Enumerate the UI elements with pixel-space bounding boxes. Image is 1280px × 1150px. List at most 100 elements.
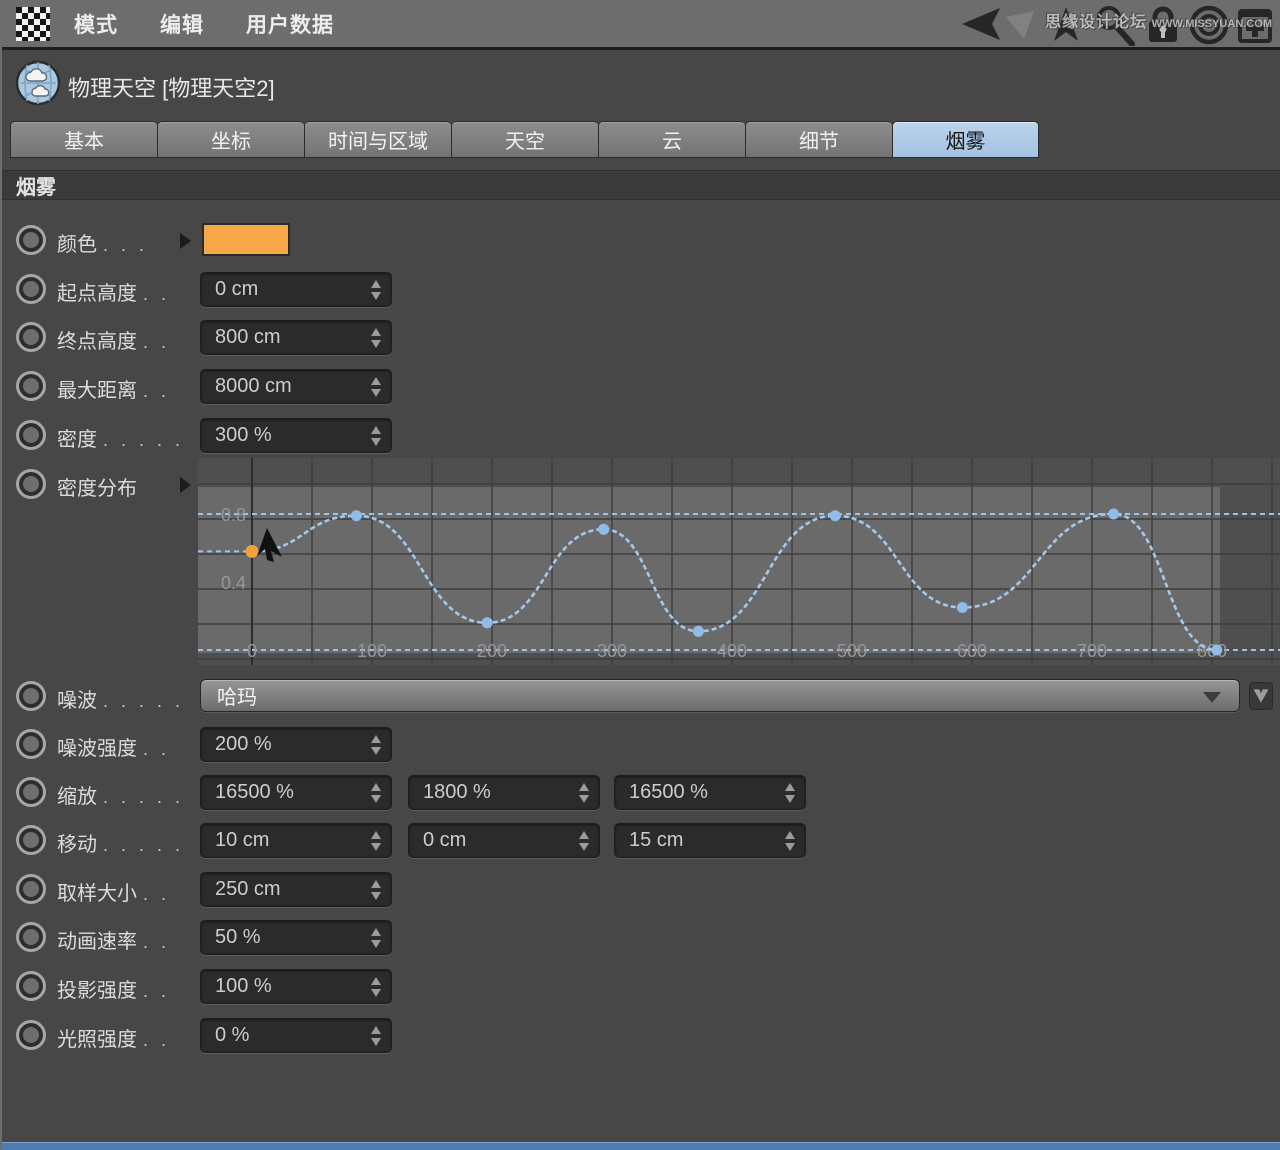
dotted-leader: . . . . .: [103, 691, 185, 711]
keyframe-dot-animation-speed[interactable]: [16, 922, 46, 952]
keyframe-dot-sample-size[interactable]: [16, 874, 46, 904]
dotted-leader: . .: [143, 981, 171, 1001]
param-label: 投影强度: [57, 980, 137, 1002]
tab-4[interactable]: 云: [598, 121, 745, 158]
x-tick-label: 600: [957, 641, 987, 661]
keyframe-dot-end-height[interactable]: [16, 322, 46, 352]
density-input[interactable]: 300 %: [200, 418, 392, 453]
dotted-leader: . .: [143, 1030, 171, 1050]
param-label: 移动: [57, 834, 97, 856]
stepper[interactable]: [783, 780, 797, 806]
max-distance-input[interactable]: 8000 cm: [200, 369, 392, 404]
field-value: 100 %: [215, 975, 272, 997]
param-label: 终点高度: [57, 331, 137, 353]
stepper[interactable]: [783, 828, 797, 854]
keyframe-dot-noise[interactable]: [16, 681, 46, 711]
move-z-input[interactable]: 15 cm: [614, 823, 806, 858]
expand-triangle-icon[interactable]: [180, 233, 191, 249]
add-box-icon[interactable]: [1236, 5, 1274, 45]
fog-color-swatch[interactable]: [202, 223, 290, 256]
param-label: 噪波强度: [57, 738, 137, 760]
field-value: 1800 %: [423, 781, 491, 803]
magnifier-icon[interactable]: [1092, 4, 1138, 46]
animation-speed-input[interactable]: 50 %: [200, 920, 392, 955]
scale-z-input[interactable]: 16500 %: [614, 775, 806, 810]
tab-0[interactable]: 基本: [10, 121, 157, 158]
stepper[interactable]: [369, 780, 383, 806]
tab-6[interactable]: 烟雾: [892, 121, 1039, 158]
spline-point[interactable]: [829, 510, 841, 522]
object-header: 物理天空 [物理天空2]: [2, 53, 1280, 115]
physical-sky-icon: [15, 60, 61, 106]
menu-item-2[interactable]: 用户数据: [246, 9, 334, 39]
sample-size-input[interactable]: 250 cm: [200, 872, 392, 907]
density-distribution-spline-editor[interactable]: 0.80.40100200300400500600700800: [198, 458, 1280, 665]
stepper[interactable]: [369, 1023, 383, 1049]
x-tick-label: 100: [357, 641, 387, 661]
section-header-fog[interactable]: 烟雾: [2, 170, 1280, 200]
x-tick-label: 300: [597, 641, 627, 661]
stepper[interactable]: [577, 780, 591, 806]
stepper[interactable]: [369, 732, 383, 758]
keyframe-dot-max-distance[interactable]: [16, 371, 46, 401]
stepper[interactable]: [369, 423, 383, 449]
spline-point[interactable]: [692, 625, 704, 637]
spline-point[interactable]: [481, 617, 493, 629]
tab-1[interactable]: 坐标: [157, 121, 304, 158]
target-icon[interactable]: [1188, 4, 1230, 46]
checker-texture-icon[interactable]: [16, 6, 50, 41]
dotted-leader: . .: [143, 332, 171, 352]
move-y-input[interactable]: 0 cm: [408, 823, 600, 858]
keyframe-dot-noise-strength[interactable]: [16, 729, 46, 759]
chevron-down-icon: [1203, 692, 1221, 703]
spline-point[interactable]: [1108, 508, 1120, 520]
stepper[interactable]: [369, 828, 383, 854]
spline-point[interactable]: [598, 523, 610, 535]
keyframe-dot-density[interactable]: [16, 420, 46, 450]
scale-x-input[interactable]: 16500 %: [200, 775, 392, 810]
x-tick-label: 500: [837, 641, 867, 661]
stepper[interactable]: [369, 877, 383, 903]
spline-point[interactable]: [956, 602, 968, 613]
keyframe-dot-density-distribution[interactable]: [16, 469, 46, 499]
selected-spline-point[interactable]: [245, 544, 259, 558]
spline-point[interactable]: [350, 510, 362, 522]
move-x-input[interactable]: 10 cm: [200, 823, 392, 858]
keyframe-dot-shadow-strength[interactable]: [16, 971, 46, 1001]
expand-triangle-icon[interactable]: [180, 477, 191, 493]
scale-y-input[interactable]: 1800 %: [408, 775, 600, 810]
stepper[interactable]: [369, 974, 383, 1000]
stepper[interactable]: [369, 325, 383, 351]
keyframe-dot-scale[interactable]: [16, 777, 46, 807]
noise-strength-input[interactable]: 200 %: [200, 727, 392, 762]
start-height-input[interactable]: 0 cm: [200, 272, 392, 307]
stepper[interactable]: [577, 828, 591, 854]
shadow-strength-input[interactable]: 100 %: [200, 969, 392, 1004]
stepper[interactable]: [369, 374, 383, 400]
tab-3[interactable]: 天空: [451, 121, 598, 158]
cursor-arrow-icon[interactable]: [1046, 5, 1086, 45]
noise-options-button[interactable]: [1249, 682, 1273, 710]
dotted-leader: . . . . .: [103, 835, 185, 855]
keyframe-dot-move[interactable]: [16, 825, 46, 855]
dotted-leader: . .: [143, 284, 171, 304]
field-value: 0 cm: [423, 829, 467, 851]
keyframe-dot-start-height[interactable]: [16, 274, 46, 304]
tab-bar: 基本 坐标 时间与区域 天空云细节 烟雾: [10, 121, 1039, 158]
noise-type-dropdown[interactable]: 哈玛: [200, 679, 1240, 712]
menu-item-1[interactable]: 编辑: [160, 9, 204, 39]
keyframe-dot-color[interactable]: [16, 225, 46, 255]
arrow-down-icon: [1253, 689, 1269, 703]
illumination-strength-input[interactable]: 0 %: [200, 1018, 392, 1053]
tab-5[interactable]: 细节: [745, 121, 892, 158]
back-arrow-icon[interactable]: [954, 5, 1040, 45]
lock-icon[interactable]: [1144, 4, 1182, 46]
param-label: 颜色: [57, 234, 97, 256]
keyframe-dot-illumination-strength[interactable]: [16, 1020, 46, 1050]
stepper[interactable]: [369, 925, 383, 951]
tab-2[interactable]: 时间与区域: [304, 121, 451, 158]
stepper[interactable]: [369, 277, 383, 303]
menu-item-0[interactable]: 模式: [74, 9, 118, 39]
end-height-input[interactable]: 800 cm: [200, 320, 392, 355]
spline-point[interactable]: [1211, 644, 1223, 656]
